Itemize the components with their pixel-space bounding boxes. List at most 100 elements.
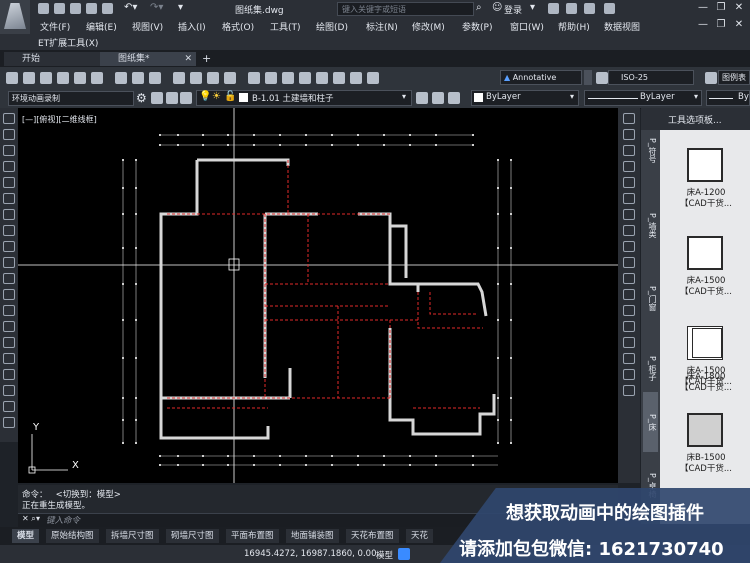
layout-tab-flooring[interactable]: 地面铺装图	[286, 529, 339, 543]
app-logo-icon[interactable]	[0, 0, 30, 34]
redo-icon[interactable]: ↷▾	[150, 2, 163, 13]
pan-tool-icon[interactable]	[173, 72, 185, 84]
copy-icon[interactable]	[623, 129, 635, 140]
help-icon[interactable]	[604, 3, 615, 14]
layer-manager-icon[interactable]	[180, 92, 192, 104]
offset-icon[interactable]	[623, 161, 635, 172]
construction-line-icon[interactable]	[3, 129, 15, 140]
scale-icon[interactable]	[623, 225, 635, 236]
line-icon[interactable]	[3, 113, 15, 124]
break-at-point-icon[interactable]	[623, 289, 635, 300]
layer-freeze-icon[interactable]: ☀	[212, 91, 221, 102]
open-tool-icon[interactable]	[23, 72, 35, 84]
print-icon[interactable]	[102, 3, 113, 14]
tab-start[interactable]: 开始	[4, 52, 108, 66]
extend-icon[interactable]	[623, 273, 635, 284]
menu-insert[interactable]: 插入(I)	[178, 20, 206, 33]
menu-draw[interactable]: 绘图(D)	[316, 20, 348, 33]
fillet-icon[interactable]	[623, 353, 635, 364]
blend-curves-icon[interactable]	[623, 369, 635, 380]
move-icon[interactable]	[623, 193, 635, 204]
viewport-controls[interactable]: [—][俯视][二维线框]	[22, 114, 97, 125]
markup-tool-icon[interactable]	[316, 72, 328, 84]
mirror-icon[interactable]	[623, 145, 635, 156]
tool-palettes-tool-icon[interactable]	[282, 72, 294, 84]
break-icon[interactable]	[623, 305, 635, 316]
layer-states-icon[interactable]	[166, 92, 178, 104]
palette-tab-beds[interactable]: P_床	[643, 392, 658, 452]
dropdown-icon[interactable]: ▾	[530, 2, 535, 13]
menu-format[interactable]: 格式(O)	[222, 20, 254, 33]
layout-tab-model[interactable]: 模型	[12, 529, 40, 543]
table-style-select[interactable]: 图例表	[718, 70, 750, 85]
color-dropdown-icon[interactable]: ▾	[570, 92, 574, 101]
palette-tab-walls[interactable]: P_墙类	[643, 195, 658, 255]
tool-bed-a-1200[interactable]: 床A-1200 【CAD干货...	[662, 140, 750, 224]
layout-tab-masonry[interactable]: 砌墙尺寸图	[166, 529, 219, 543]
menu-edit[interactable]: 编辑(E)	[86, 20, 117, 33]
arc-icon[interactable]	[3, 193, 15, 204]
zoom-previous-tool-icon[interactable]	[224, 72, 236, 84]
layout-tab-ceiling[interactable]: 天花布置图	[346, 529, 399, 543]
make-block-icon[interactable]	[3, 305, 15, 316]
zoom-window-tool-icon[interactable]	[207, 72, 219, 84]
redo-tool-icon[interactable]	[149, 72, 161, 84]
menu-data-view[interactable]: 数据视图	[604, 20, 640, 33]
polyline-icon[interactable]	[3, 145, 15, 156]
match-prop-tool-icon[interactable]	[115, 72, 127, 84]
command-close-icon[interactable]: ✕ ⌕	[22, 514, 36, 524]
layout-tab-ceiling-2[interactable]: 天花	[406, 529, 434, 543]
drawing-canvas[interactable]	[18, 108, 618, 483]
search-input[interactable]: 键入关键字或短语	[337, 2, 474, 16]
publish-tool-icon[interactable]	[91, 72, 103, 84]
design-center-tool-icon[interactable]	[265, 72, 277, 84]
grid-toggle-icon[interactable]	[398, 548, 410, 560]
menu-help[interactable]: 帮助(H)	[558, 20, 590, 33]
menu-file[interactable]: 文件(F)	[40, 20, 70, 33]
cart-icon[interactable]	[548, 3, 559, 14]
spline-icon[interactable]	[3, 241, 15, 252]
print-tool-icon[interactable]	[57, 72, 69, 84]
new-tab-icon[interactable]: +	[202, 52, 211, 65]
menu-modify[interactable]: 修改(M)	[412, 20, 445, 33]
layer-dropdown-icon[interactable]: ▾	[402, 92, 406, 101]
explode-icon[interactable]	[623, 385, 635, 396]
zoom-realtime-tool-icon[interactable]	[190, 72, 202, 84]
array-icon[interactable]	[623, 177, 635, 188]
sheet-set-tool-icon[interactable]	[299, 72, 311, 84]
ellipse-arc-icon[interactable]	[3, 273, 15, 284]
gear-icon[interactable]: ⚙	[136, 91, 147, 105]
erase-icon[interactable]	[623, 113, 635, 124]
stretch-icon[interactable]	[623, 241, 635, 252]
command-dropdown-icon[interactable]: ▾	[36, 514, 40, 523]
revision-cloud-icon[interactable]	[3, 225, 15, 236]
more-icon[interactable]: ▾	[178, 2, 183, 13]
doc-minimize-button[interactable]: —	[696, 19, 710, 31]
new-file-icon[interactable]	[38, 3, 49, 14]
undo-icon[interactable]: ↶▾	[124, 2, 137, 13]
user-link-icon[interactable]	[584, 3, 595, 14]
properties-tool-icon[interactable]	[248, 72, 260, 84]
menu-window[interactable]: 窗口(W)	[510, 20, 544, 33]
menu-view[interactable]: 视图(V)	[132, 20, 163, 33]
rotate-icon[interactable]	[623, 209, 635, 220]
new-tool-icon[interactable]	[6, 72, 18, 84]
tool-bed-a-1500[interactable]: 床A-1500 【CAD干货...	[662, 228, 750, 312]
layout-tab-floor-plan[interactable]: 平面布置图	[226, 529, 279, 543]
layer-properties-icon[interactable]	[151, 92, 163, 104]
circle-icon[interactable]	[3, 209, 15, 220]
match-layer-icon[interactable]	[432, 92, 444, 104]
layers-icon-tool-icon[interactable]	[350, 72, 362, 84]
plot-preview-tool-icon[interactable]	[74, 72, 86, 84]
app-store-icon[interactable]	[566, 3, 577, 14]
doc-close-button[interactable]: ✕	[732, 19, 746, 31]
search-icon[interactable]: ⌕	[476, 2, 482, 13]
tab-drawing[interactable]: 图纸集* ✕	[100, 52, 196, 66]
quick-calc-tool-icon[interactable]	[333, 72, 345, 84]
palette-tab-cabinets[interactable]: P_柜子	[643, 338, 658, 398]
rectangle-icon[interactable]	[3, 177, 15, 188]
doc-restore-button[interactable]: ❐	[714, 19, 728, 31]
region-icon[interactable]	[3, 369, 15, 380]
add-selected-icon[interactable]	[3, 417, 15, 428]
hatch-icon[interactable]	[3, 337, 15, 348]
